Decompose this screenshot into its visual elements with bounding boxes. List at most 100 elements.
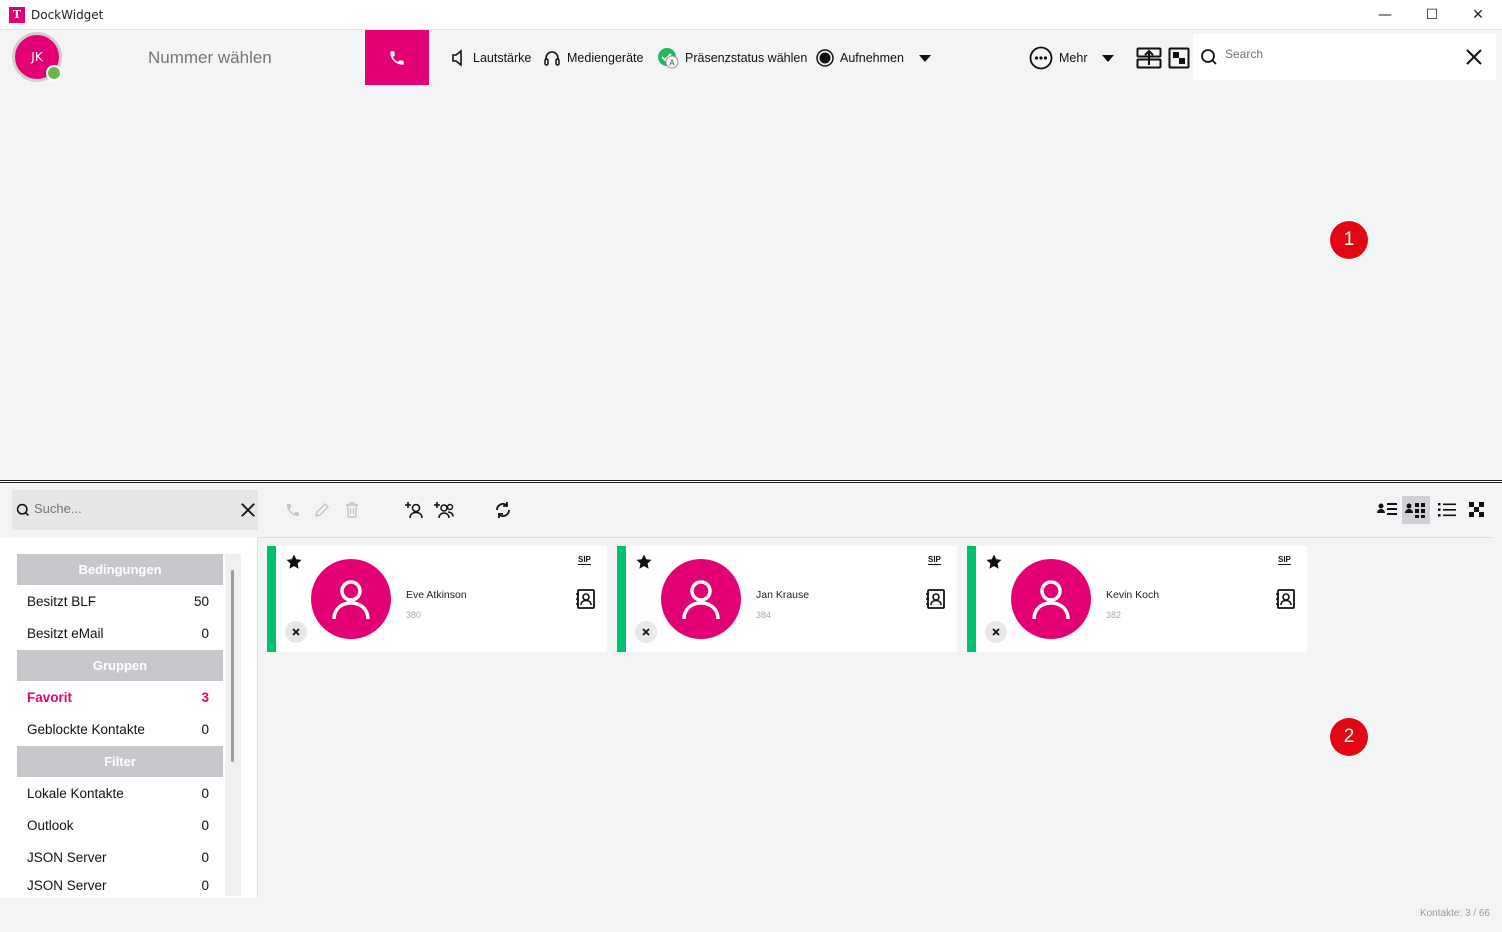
user-silhouette-icon: [682, 580, 720, 620]
call-contact-button[interactable]: [281, 498, 305, 522]
layout-icon: [1168, 47, 1190, 69]
sidebar-item-label: Outlook: [27, 817, 74, 833]
media-devices-button[interactable]: Mediengeräte: [543, 47, 643, 69]
sidebar-item-besitzt-blf[interactable]: Besitzt BLF 50: [17, 585, 223, 617]
contact-card[interactable]: Eve Atkinson 380 SIP: [267, 546, 607, 652]
top-search-input[interactable]: [1225, 47, 1445, 61]
toolbar-divider: [258, 537, 1492, 538]
sidebar-item-json-server[interactable]: JSON Server 0: [17, 873, 223, 897]
scrollbar-thumb[interactable]: [231, 570, 234, 762]
sidebar-item-lokale-kontakte[interactable]: Lokale Kontakte 0: [17, 777, 223, 809]
undock-button[interactable]: [1136, 45, 1162, 71]
contact-card-icon[interactable]: [576, 588, 596, 610]
add-group-button[interactable]: [432, 498, 456, 522]
title-bar: T DockWidget — ☐ ✕: [0, 0, 1502, 30]
dock-transfer-icon: [1136, 47, 1162, 69]
remove-favorite-button[interactable]: [285, 621, 307, 643]
view-list-button[interactable]: [1433, 496, 1461, 524]
phone-icon: [287, 504, 299, 516]
sidebar-item-json-server[interactable]: JSON Server 0: [17, 841, 223, 873]
contact-photo: [661, 559, 741, 639]
close-window-button[interactable]: ✕: [1455, 0, 1501, 30]
search-icon: [16, 503, 29, 516]
star-icon[interactable]: [286, 554, 302, 570]
close-icon: [292, 628, 300, 636]
contact-card[interactable]: Kevin Koch 382 SIP: [967, 546, 1307, 652]
sidebar-item-label: JSON Server: [27, 849, 107, 865]
sidebar-item-besitzt-email[interactable]: Besitzt eMail 0: [17, 617, 223, 649]
view-tiles-button[interactable]: [1463, 496, 1491, 524]
add-user-icon: [405, 502, 423, 519]
remove-favorite-button[interactable]: [635, 621, 657, 643]
sidebar-item-label: Geblockte Kontakte: [27, 721, 145, 737]
headset-icon: [544, 51, 560, 66]
contact-name: Eve Atkinson: [406, 589, 467, 601]
contacts-search-input[interactable]: [34, 501, 224, 516]
presence-status-dot-icon: [46, 65, 62, 81]
contact-number: 384: [756, 610, 772, 620]
presence-status-button[interactable]: A Präsenzstatus wählen: [657, 47, 807, 69]
more-dots-icon: [1029, 46, 1053, 70]
tiles-icon: [1469, 502, 1484, 517]
section-header-gruppen: Gruppen: [17, 650, 223, 681]
chevron-down-icon[interactable]: [1101, 53, 1115, 63]
card-grid-icon: [1405, 503, 1425, 518]
sync-button[interactable]: [491, 498, 515, 522]
section-header-filter: Filter: [17, 746, 223, 777]
close-icon[interactable]: [240, 502, 256, 518]
sidebar-item-label: Besitzt BLF: [27, 593, 97, 609]
more-button[interactable]: Mehr: [1029, 46, 1115, 70]
contact-card-icon[interactable]: [926, 588, 946, 610]
star-icon[interactable]: [636, 554, 652, 570]
add-contact-button[interactable]: [402, 498, 426, 522]
sidebar-item-outlook[interactable]: Outlook 0: [17, 809, 223, 841]
view-cards-button[interactable]: [1402, 496, 1430, 524]
dial-number-input[interactable]: [72, 32, 364, 84]
avatar-initials: JK: [31, 50, 43, 64]
media-devices-label: Mediengeräte: [567, 51, 644, 65]
window-title: DockWidget: [31, 8, 104, 22]
record-label: Aufnehmen: [840, 51, 904, 65]
sidebar-item-count: 0: [201, 721, 209, 737]
star-icon[interactable]: [986, 554, 1002, 570]
record-button[interactable]: Aufnehmen: [816, 47, 932, 69]
contact-name: Jan Krause: [756, 589, 810, 601]
list-detail-icon: [1377, 503, 1397, 515]
panel-splitter[interactable]: [0, 480, 1502, 483]
contact-photo: [1011, 559, 1091, 639]
phone-icon: [390, 50, 404, 65]
remove-favorite-button[interactable]: [985, 621, 1007, 643]
sidebar-scrollbar[interactable]: [225, 554, 241, 896]
minimize-button[interactable]: —: [1362, 0, 1408, 30]
contact-card-icon[interactable]: [1276, 588, 1296, 610]
sidebar-item-count: 50: [193, 593, 209, 609]
view-list-detail-button[interactable]: [1373, 496, 1401, 524]
contact-card[interactable]: Jan Krause 384 SIP: [617, 546, 957, 652]
more-label: Mehr: [1059, 51, 1088, 65]
sidebar-item-count: 0: [201, 849, 209, 865]
contacts-sidebar: Bedingungen Besitzt BLF 50 Besitzt eMail…: [0, 538, 258, 898]
sidebar-item-geblockte-kontakte[interactable]: Geblockte Kontakte 0: [17, 713, 223, 745]
sip-badge: SIP: [928, 555, 941, 565]
sidebar-item-label: Favorit: [27, 689, 73, 705]
chevron-down-icon[interactable]: [918, 53, 932, 63]
close-icon: [642, 628, 650, 636]
user-silhouette-icon: [332, 580, 370, 620]
sidebar-item-favorit[interactable]: Favorit 3: [17, 681, 223, 713]
sip-badge: SIP: [578, 555, 591, 565]
layout-button[interactable]: [1166, 45, 1192, 71]
delete-contact-button[interactable]: [340, 498, 364, 522]
maximize-button[interactable]: ☐: [1409, 0, 1455, 30]
contact-name: Kevin Koch: [1106, 589, 1160, 601]
volume-button[interactable]: Lautstärke: [451, 47, 531, 69]
close-icon[interactable]: [1465, 48, 1483, 66]
sidebar-item-label: JSON Server: [27, 877, 107, 893]
contact-number: 380: [406, 610, 422, 620]
trash-icon: [346, 502, 358, 518]
sync-icon: [496, 502, 510, 518]
sidebar-item-label: Besitzt eMail: [27, 625, 104, 641]
top-search-box: [1193, 34, 1496, 80]
presence-status-label: Präsenzstatus wählen: [685, 51, 808, 65]
call-button[interactable]: [365, 30, 429, 85]
edit-contact-button[interactable]: [310, 498, 334, 522]
